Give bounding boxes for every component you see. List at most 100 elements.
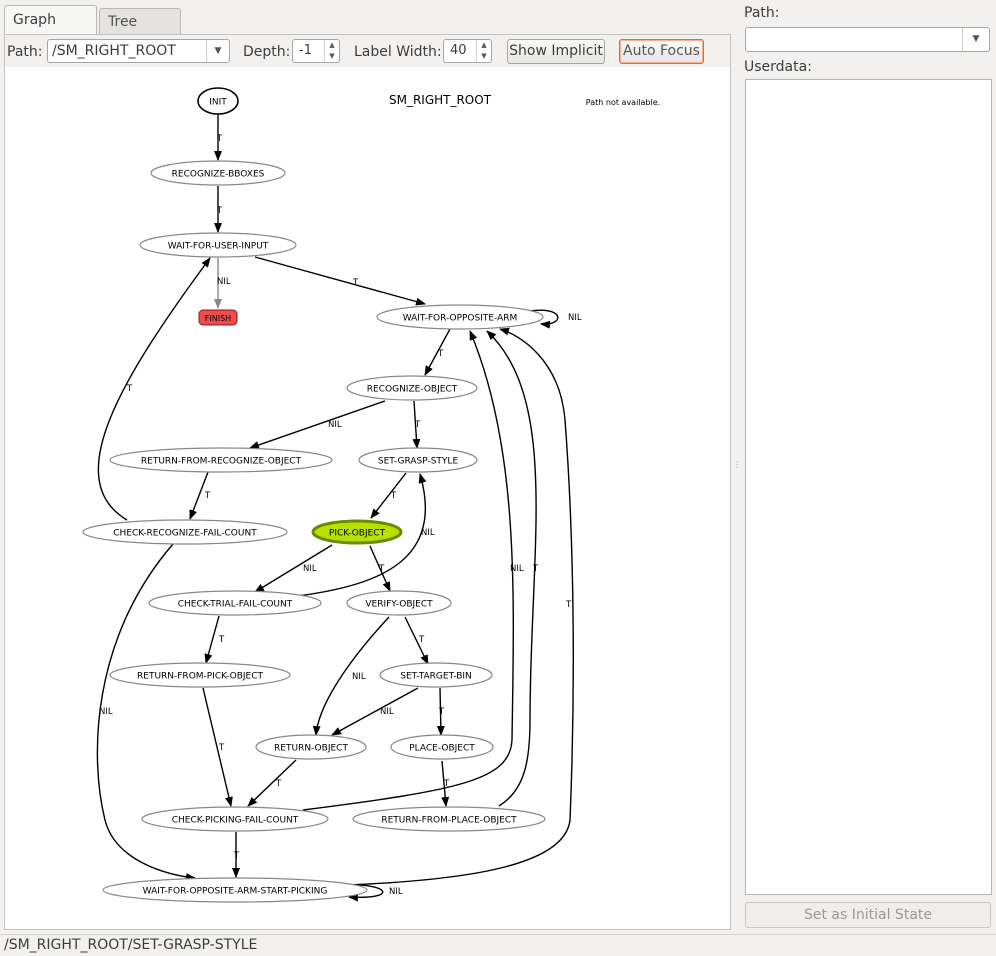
edge-check-recognize-wait-input bbox=[97, 257, 211, 521]
depth-spinbox[interactable]: -1 ▲ ▼ bbox=[292, 39, 340, 63]
edge-label: T bbox=[390, 491, 397, 501]
path-select-value: /SM_RIGHT_ROOT bbox=[52, 43, 176, 59]
node-finish[interactable]: FINISH bbox=[198, 309, 238, 326]
node-return-from-place-object[interactable]: RETURN-FROM-PLACE-OBJECT bbox=[352, 806, 546, 832]
path-select[interactable]: /SM_RIGHT_ROOT ▼ bbox=[47, 39, 230, 63]
edge-label: NIL bbox=[217, 277, 231, 287]
tab-graph-view[interactable]: Graph View bbox=[4, 5, 97, 56]
edge-label: NIL bbox=[568, 313, 582, 323]
node-check-trial-fail-count[interactable]: CHECK-TRIAL-FAIL-COUNT bbox=[148, 590, 322, 616]
status-bar: /SM_RIGHT_ROOT/SET-GRASP-STYLE bbox=[0, 934, 996, 956]
label-width-value: 40 bbox=[450, 43, 467, 58]
node-return-from-recognize-object[interactable]: RETURN-FROM-RECOGNIZE-OBJECT bbox=[109, 447, 333, 473]
depth-label: Depth: bbox=[243, 44, 291, 60]
svg-text:SET-GRASP-STYLE: SET-GRASP-STYLE bbox=[378, 457, 459, 467]
node-set-target-bin[interactable]: SET-TARGET-BIN bbox=[379, 662, 493, 688]
edge-label: T bbox=[216, 206, 223, 216]
edge-label: NIL bbox=[99, 707, 113, 717]
graph-canvas[interactable]: T T NIL T NIL T T NIL T T T NIL NIL T NI… bbox=[5, 67, 730, 929]
edge-label: NIL bbox=[303, 564, 317, 574]
edge-label: NIL bbox=[510, 564, 524, 574]
set-initial-state-button[interactable]: Set as Initial State bbox=[745, 902, 991, 928]
spin-arrows-icon[interactable]: ▲ ▼ bbox=[324, 40, 339, 62]
svg-text:CHECK-RECOGNIZE-FAIL-COUNT: CHECK-RECOGNIZE-FAIL-COUNT bbox=[113, 529, 257, 539]
node-place-object[interactable]: PLACE-OBJECT bbox=[390, 734, 494, 760]
splitter-handle[interactable]: ⋮ bbox=[733, 460, 741, 469]
edge-return-object-check-picking bbox=[247, 759, 297, 807]
edge-label: T bbox=[414, 420, 421, 430]
edge-label: T bbox=[204, 491, 211, 501]
edge-label: T bbox=[443, 779, 450, 789]
svg-text:WAIT-FOR-USER-INPUT: WAIT-FOR-USER-INPUT bbox=[168, 242, 269, 252]
node-set-grasp-style[interactable]: SET-GRASP-STYLE bbox=[358, 447, 478, 473]
chevron-down-icon: ▼ bbox=[962, 28, 989, 51]
svg-text:RETURN-FROM-PICK-OBJECT: RETURN-FROM-PICK-OBJECT bbox=[137, 672, 263, 682]
edge-check-trial-return-pick bbox=[204, 615, 220, 664]
node-verify-object[interactable]: VERIFY-OBJECT bbox=[346, 590, 452, 616]
node-check-picking-fail-count[interactable]: CHECK-PICKING-FAIL-COUNT bbox=[141, 806, 329, 832]
userdata-view[interactable] bbox=[745, 79, 992, 895]
node-init[interactable]: INIT bbox=[197, 87, 239, 115]
userdata-label: Userdata: bbox=[744, 59, 812, 75]
edge-verify-set-bin bbox=[404, 616, 429, 665]
status-text: /SM_RIGHT_ROOT/SET-GRASP-STYLE bbox=[4, 937, 258, 953]
svg-text:PICK-OBJECT: PICK-OBJECT bbox=[329, 529, 386, 539]
edge-label: NIL bbox=[380, 707, 394, 717]
edge-label: T bbox=[275, 779, 282, 789]
path-note: Path not available. bbox=[586, 98, 660, 107]
edge-return-pick-check-picking bbox=[202, 687, 233, 807]
edge-wait-input-wait-arm bbox=[254, 256, 426, 306]
svg-text:PLACE-OBJECT: PLACE-OBJECT bbox=[409, 744, 475, 754]
label-width-spinbox[interactable]: 40 ▲ ▼ bbox=[443, 39, 492, 63]
svg-text:FINISH: FINISH bbox=[205, 314, 231, 323]
node-recognize-bboxes[interactable]: RECOGNIZE-BBOXES bbox=[150, 160, 286, 186]
edge-label: NIL bbox=[389, 887, 403, 897]
edge-label: T bbox=[532, 564, 539, 574]
edge-label: T bbox=[378, 564, 385, 574]
edge-recognize-object-return bbox=[249, 400, 386, 449]
edge-label: NIL bbox=[328, 420, 342, 430]
svg-text:VERIFY-OBJECT: VERIFY-OBJECT bbox=[365, 600, 433, 610]
edge-label: T bbox=[233, 851, 240, 861]
edge-label: T bbox=[565, 600, 572, 610]
spin-arrows-icon[interactable]: ▲ ▼ bbox=[476, 40, 491, 62]
edge-pick-check-trial bbox=[254, 544, 333, 593]
node-wait-for-user-input[interactable]: WAIT-FOR-USER-INPUT bbox=[139, 232, 297, 258]
node-recognize-object[interactable]: RECOGNIZE-OBJECT bbox=[346, 375, 478, 401]
svg-text:RETURN-FROM-PLACE-OBJECT: RETURN-FROM-PLACE-OBJECT bbox=[381, 816, 517, 826]
edge-label: NIL bbox=[352, 672, 366, 682]
edge-label: T bbox=[438, 707, 445, 717]
edge-label: T bbox=[216, 134, 223, 144]
svg-text:RETURN-OBJECT: RETURN-OBJECT bbox=[274, 744, 348, 754]
node-check-recognize-fail-count[interactable]: CHECK-RECOGNIZE-FAIL-COUNT bbox=[82, 519, 288, 545]
tab-tree-view[interactable]: Tree View bbox=[99, 8, 181, 56]
node-return-from-pick-object[interactable]: RETURN-FROM-PICK-OBJECT bbox=[109, 662, 291, 688]
node-pick-object[interactable]: PICK-OBJECT bbox=[311, 519, 403, 545]
edge-label: T bbox=[126, 384, 133, 394]
svg-text:CHECK-PICKING-FAIL-COUNT: CHECK-PICKING-FAIL-COUNT bbox=[172, 816, 299, 826]
edge-label: NIL bbox=[421, 528, 435, 538]
svg-text:CHECK-TRIAL-FAIL-COUNT: CHECK-TRIAL-FAIL-COUNT bbox=[178, 600, 293, 610]
node-wait-for-opposite-arm[interactable]: WAIT-FOR-OPPOSITE-ARM bbox=[376, 304, 544, 330]
show-implicit-button[interactable]: Show Implicit bbox=[507, 39, 605, 64]
graph-toolbar: Path: /SM_RIGHT_ROOT ▼ Depth: -1 ▲ ▼ Labe… bbox=[7, 38, 727, 66]
edge-label: T bbox=[218, 743, 225, 753]
svg-text:RETURN-FROM-RECOGNIZE-OBJECT: RETURN-FROM-RECOGNIZE-OBJECT bbox=[141, 457, 302, 467]
path-label: Path: bbox=[7, 44, 43, 60]
svg-text:SET-TARGET-BIN: SET-TARGET-BIN bbox=[400, 672, 472, 682]
edge-label: T bbox=[437, 349, 444, 359]
svg-text:INIT: INIT bbox=[209, 98, 227, 108]
auto-focus-button[interactable]: Auto Focus bbox=[619, 39, 704, 64]
edge-label: T bbox=[352, 278, 359, 288]
node-wait-for-opposite-arm-start-picking[interactable]: WAIT-FOR-OPPOSITE-ARM-START-PICKING bbox=[102, 877, 368, 903]
edge-label: T bbox=[418, 635, 425, 645]
right-path-select[interactable]: ▼ bbox=[745, 27, 990, 52]
graph-title: SM_RIGHT_ROOT bbox=[389, 93, 492, 107]
label-width-label: Label Width: bbox=[354, 44, 442, 60]
node-return-object[interactable]: RETURN-OBJECT bbox=[255, 734, 367, 760]
svg-text:RECOGNIZE-OBJECT: RECOGNIZE-OBJECT bbox=[367, 385, 458, 395]
state-machine-graph: T T NIL T NIL T T NIL T T T NIL NIL T NI… bbox=[82, 87, 660, 903]
right-path-label: Path: bbox=[744, 5, 780, 21]
chevron-down-icon: ▼ bbox=[206, 40, 229, 62]
edge-set-bin-return-object bbox=[331, 687, 419, 736]
